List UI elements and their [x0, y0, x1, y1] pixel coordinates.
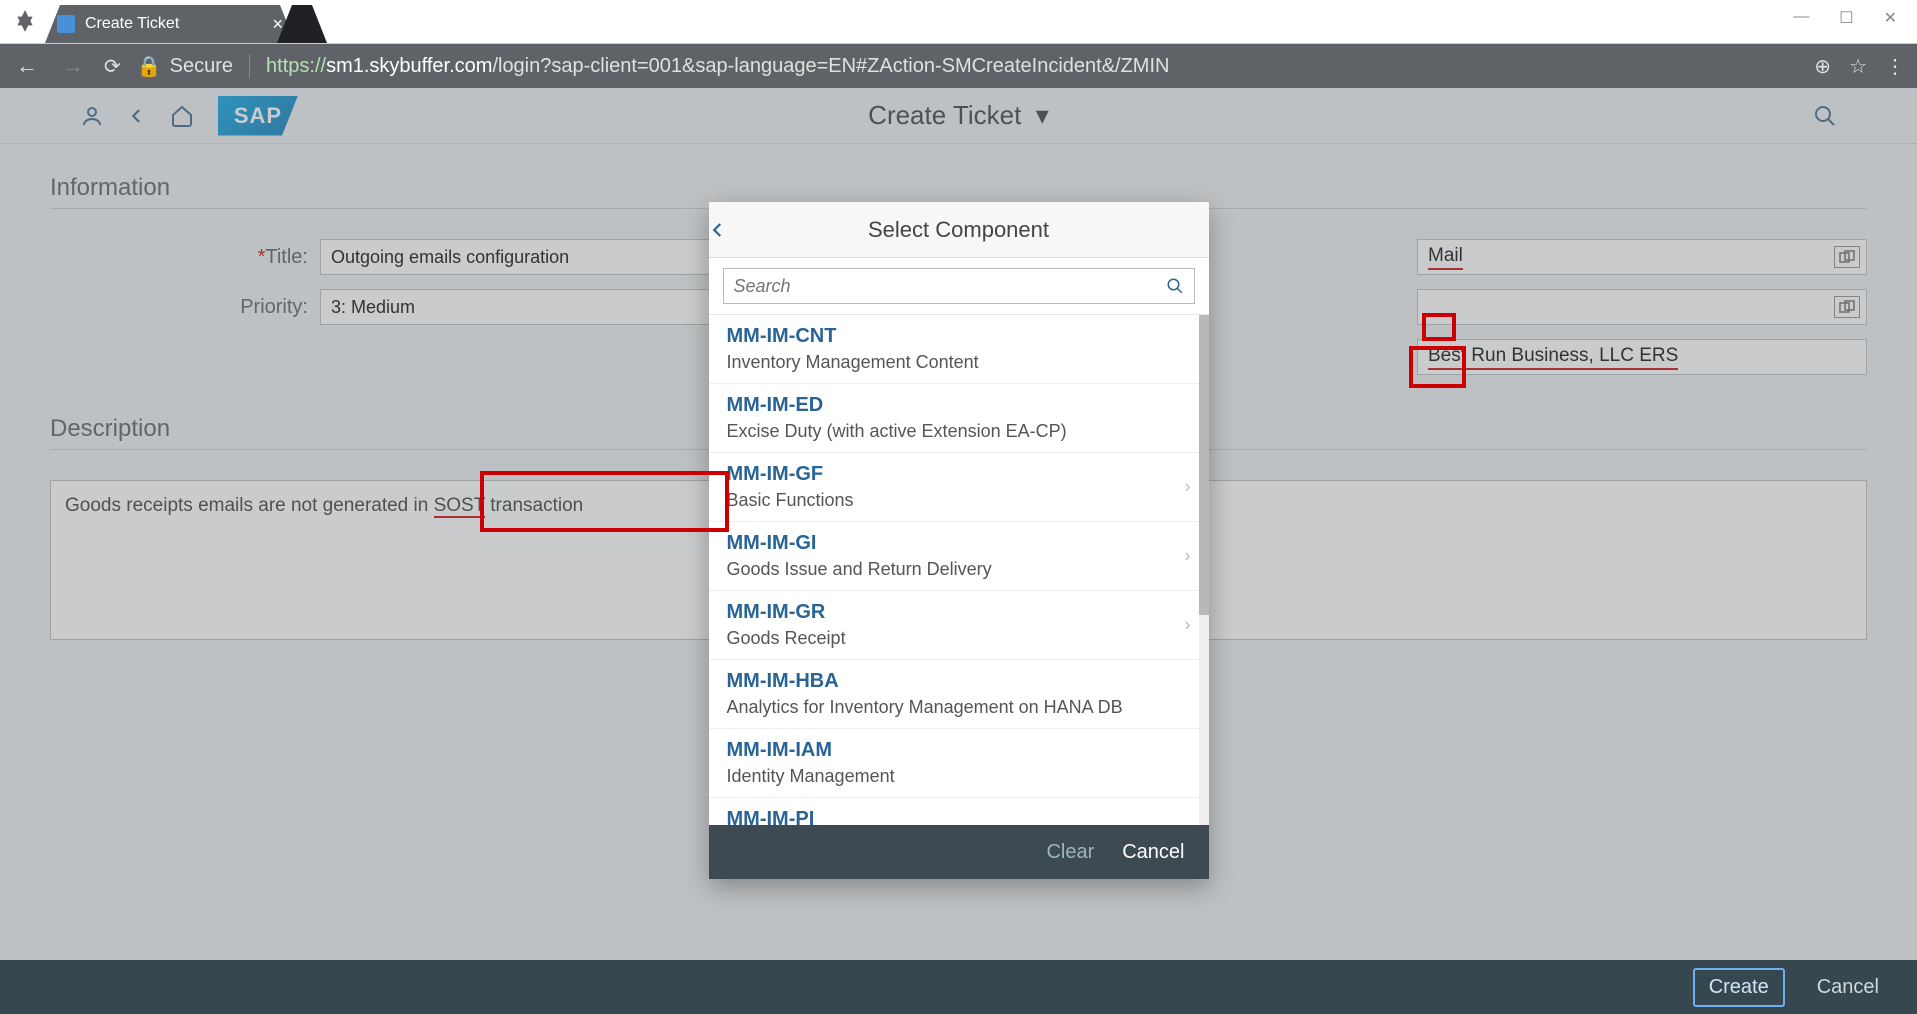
component-desc: Goods Receipt: [727, 628, 1191, 649]
component-desc: Analytics for Inventory Management on HA…: [727, 697, 1191, 718]
component-item-mm-im-ed[interactable]: MM-IM-ED Excise Duty (with active Extensi…: [709, 384, 1209, 453]
browser-tab-strip: Create Ticket × — ☐ ✕: [0, 0, 1917, 44]
tab-favicon: [57, 15, 75, 33]
component-item-mm-im-gi[interactable]: MM-IM-GI Goods Issue and Return Delivery›: [709, 522, 1209, 591]
component-code: MM-IM-HBA: [727, 670, 1191, 693]
browser-tab[interactable]: Create Ticket ×: [45, 5, 295, 43]
secure-indicator[interactable]: 🔒 Secure: [137, 54, 233, 79]
component-code: MM-IM-CNT: [727, 325, 1191, 348]
search-input[interactable]: [734, 276, 1166, 297]
dialog-back-icon[interactable]: [709, 221, 759, 239]
separator: [249, 54, 250, 78]
component-item-mm-im-hba[interactable]: MM-IM-HBA Analytics for Inventory Managem…: [709, 660, 1209, 729]
dialog-footer: Clear Cancel: [709, 825, 1209, 879]
page-footer: Create Cancel: [0, 960, 1917, 1014]
chevron-right-icon: ›: [1185, 546, 1191, 567]
component-item-mm-im-cnt[interactable]: MM-IM-CNT Inventory Management Content: [709, 315, 1209, 384]
zoom-icon[interactable]: ⊕: [1814, 54, 1831, 79]
component-code: MM-IM-GI: [727, 532, 1191, 555]
scrollbar-track: [1199, 315, 1209, 825]
component-item-mm-im-pi[interactable]: MM-IM-PIPhysical Inventory›: [709, 798, 1209, 825]
incognito-icon: [0, 0, 50, 43]
component-item-mm-im-gf[interactable]: MM-IM-GF Basic Functions›: [709, 453, 1209, 522]
url-domain: sm1.skybuffer.com: [326, 55, 492, 77]
component-desc: Identity Management: [727, 766, 1191, 787]
new-tab-button[interactable]: [277, 5, 327, 43]
browser-toolbar: ← → ⟳ 🔒 Secure https://sm1.skybuffer.com…: [0, 44, 1917, 88]
component-desc: Excise Duty (with active Extension EA-CP…: [727, 421, 1191, 442]
chevron-right-icon: ›: [1185, 822, 1191, 826]
maximize-icon[interactable]: ☐: [1839, 8, 1853, 28]
menu-dots-icon[interactable]: ⋮: [1885, 54, 1905, 79]
component-item-mm-im-iam[interactable]: MM-IM-IAM Identity Management: [709, 729, 1209, 798]
component-code: MM-IM-IAM: [727, 739, 1191, 762]
search-icon[interactable]: [1166, 277, 1184, 295]
minimize-icon[interactable]: —: [1793, 8, 1809, 28]
component-desc: Goods Issue and Return Delivery: [727, 559, 1191, 580]
chevron-right-icon: ›: [1185, 615, 1191, 636]
component-desc: Basic Functions: [727, 490, 1191, 511]
tab-close-icon[interactable]: ×: [272, 14, 283, 35]
url-path: /login?sap-client=001&sap-language=EN#ZA…: [492, 55, 1169, 77]
nav-forward-icon[interactable]: →: [58, 53, 88, 79]
dialog-clear-button[interactable]: Clear: [1046, 841, 1094, 864]
dialog-cancel-button[interactable]: Cancel: [1122, 841, 1184, 864]
dialog-search-input[interactable]: [723, 268, 1195, 304]
lock-icon: 🔒: [137, 54, 162, 79]
app-shell: SAP Create Ticket ▾ Information *Title: …: [0, 88, 1917, 1014]
component-code: MM-IM-GF: [727, 463, 1191, 486]
component-list: MM-IM-CNTInventory Management ContentMM-…: [709, 315, 1209, 825]
nav-back-icon[interactable]: ←: [12, 53, 42, 79]
component-code: MM-IM-GR: [727, 601, 1191, 624]
component-item-mm-im-gr[interactable]: MM-IM-GR Goods Receipt›: [709, 591, 1209, 660]
component-code: MM-IM-ED: [727, 394, 1191, 417]
tab-title: Create Ticket: [85, 15, 262, 33]
component-code: MM-IM-PI: [727, 808, 1191, 825]
dialog-search-row: [709, 258, 1209, 315]
create-button[interactable]: Create: [1693, 968, 1785, 1007]
address-bar[interactable]: https://sm1.skybuffer.com/login?sap-clie…: [266, 55, 1798, 78]
reload-icon[interactable]: ⟳: [104, 54, 121, 79]
chevron-right-icon: ›: [1185, 477, 1191, 498]
dialog-header: Select Component: [709, 202, 1209, 258]
secure-text: Secure: [170, 55, 233, 78]
url-protocol: https://: [266, 55, 326, 77]
dialog-title: Select Component: [868, 217, 1049, 243]
window-controls: — ☐ ✕: [1793, 8, 1897, 28]
close-window-icon[interactable]: ✕: [1884, 8, 1897, 28]
select-component-dialog: Select Component MM-IM-CNT Inventory Mana…: [709, 202, 1209, 879]
bookmark-star-icon[interactable]: ☆: [1849, 54, 1867, 79]
component-desc: Inventory Management Content: [727, 352, 1191, 373]
cancel-button[interactable]: Cancel: [1803, 970, 1893, 1005]
scrollbar-thumb[interactable]: [1199, 315, 1209, 615]
